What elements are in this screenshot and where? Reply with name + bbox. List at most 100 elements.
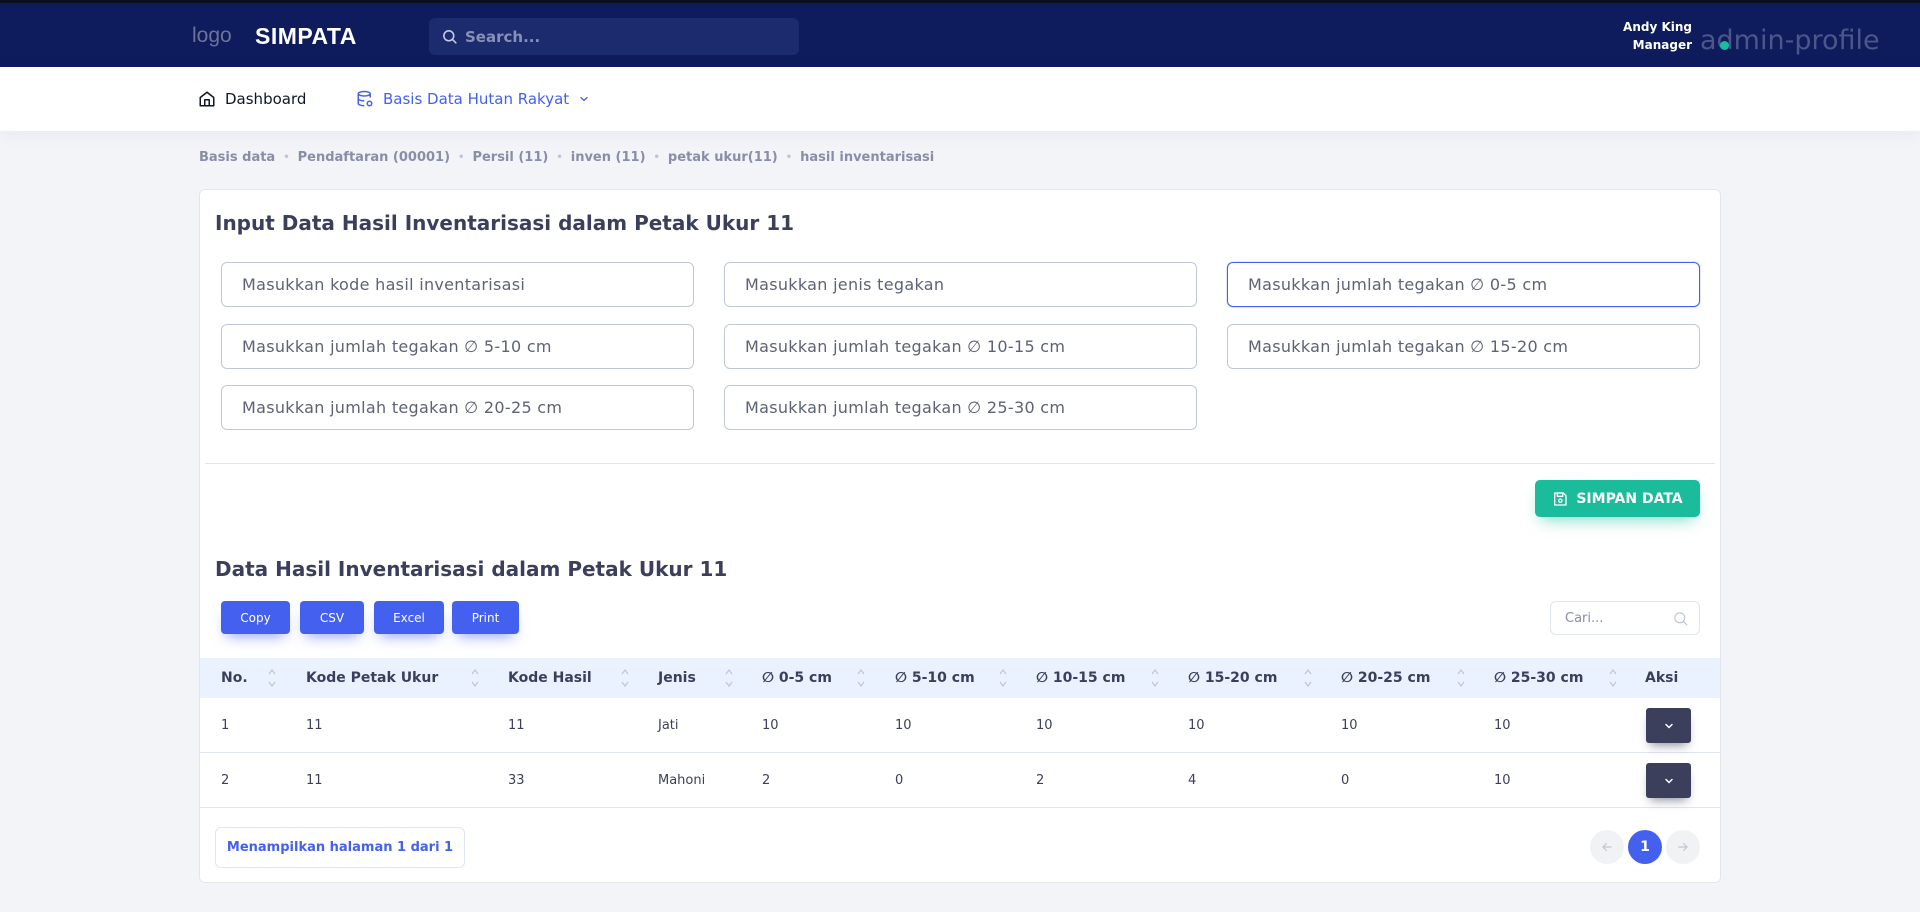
breadcrumb-item[interactable]: Pendaftaran (00001) — [298, 150, 450, 165]
breadcrumb-item[interactable]: petak ukur(11) — [668, 150, 778, 165]
arrow-left-icon — [1602, 842, 1612, 852]
search-icon — [1674, 612, 1688, 626]
cell: 10 — [1036, 718, 1053, 733]
sort-icon[interactable] — [999, 667, 1007, 689]
cell: 33 — [508, 773, 525, 788]
sort-icon[interactable] — [1304, 667, 1312, 689]
avatar[interactable]: admin-profile — [1700, 25, 1880, 56]
table-header: No. Kode Petak Ukur Kode Hasil Jenis ∅ 0… — [200, 658, 1720, 698]
nav-dashboard[interactable]: Dashboard — [198, 67, 306, 131]
main-nav: Dashboard Basis Data Hutan Rakyat — [0, 67, 1920, 131]
cell: 4 — [1188, 773, 1197, 788]
nav-dashboard-label: Dashboard — [225, 90, 307, 108]
column-header[interactable]: Jenis — [658, 658, 696, 698]
table-search-input[interactable] — [1565, 602, 1665, 634]
table-search — [1550, 601, 1700, 635]
column-header: Aksi — [1645, 670, 1679, 686]
breadcrumb-item[interactable]: Persil (11) — [472, 150, 548, 165]
row-action-button[interactable] — [1646, 763, 1691, 798]
save-button[interactable]: SIMPAN DATA — [1535, 480, 1700, 517]
breadcrumb-item[interactable]: Basis data — [199, 150, 275, 165]
cell: Jati — [658, 718, 679, 733]
copy-button[interactable]: Copy — [221, 601, 290, 634]
cell: 1 — [221, 718, 230, 733]
cell: 2 — [762, 773, 771, 788]
sort-icon[interactable] — [1457, 667, 1465, 689]
brand-name[interactable]: SIMPATA — [255, 23, 357, 50]
chevron-down-icon — [580, 96, 588, 102]
cell: 11 — [306, 773, 323, 788]
kode-hasil-input[interactable] — [221, 262, 694, 307]
pagination-page[interactable]: 1 — [1628, 830, 1662, 864]
cell: 10 — [762, 718, 779, 733]
column-header[interactable]: Kode Petak Ukur — [306, 658, 438, 698]
arrow-right-icon — [1678, 842, 1688, 852]
main-panel: Input Data Hasil Inventarisasi dalam Pet… — [199, 189, 1721, 883]
online-status-dot — [1720, 41, 1729, 50]
jenis-tegakan-input[interactable] — [724, 262, 1197, 307]
column-header[interactable]: ∅ 10-15 cm — [1036, 658, 1125, 698]
jumlah-10-15-input[interactable] — [724, 324, 1197, 369]
sort-icon[interactable] — [857, 667, 865, 689]
nav-basis-data[interactable]: Basis Data Hutan Rakyat — [356, 67, 590, 131]
sort-icon[interactable] — [1151, 667, 1159, 689]
jumlah-0-5-input[interactable] — [1227, 262, 1700, 307]
database-icon — [357, 90, 373, 107]
cell: 0 — [1341, 773, 1350, 788]
save-icon — [1554, 491, 1568, 506]
breadcrumb-current: hasil inventarisasi — [800, 150, 935, 165]
jumlah-25-30-input[interactable] — [724, 385, 1197, 430]
cell: 0 — [895, 773, 904, 788]
save-button-label: SIMPAN DATA — [1576, 490, 1683, 507]
print-button[interactable]: Print — [452, 601, 519, 634]
column-header[interactable]: ∅ 0-5 cm — [762, 658, 832, 698]
cell: 2 — [221, 773, 230, 788]
column-header[interactable]: Kode Hasil — [508, 658, 592, 698]
jumlah-20-25-input[interactable] — [221, 385, 694, 430]
logo[interactable]: logo — [192, 24, 232, 48]
cell: 10 — [895, 718, 912, 733]
cell: 10 — [1494, 718, 1511, 733]
breadcrumb: Basis data • Pendaftaran (00001) • Persi… — [199, 150, 935, 165]
global-search-input[interactable] — [465, 18, 785, 55]
home-icon — [199, 91, 215, 107]
chevron-down-icon — [1664, 723, 1673, 729]
sort-icon[interactable] — [268, 667, 276, 689]
column-header[interactable]: ∅ 5-10 cm — [895, 658, 975, 698]
jumlah-15-20-input[interactable] — [1227, 324, 1700, 369]
search-icon — [443, 30, 457, 44]
column-header[interactable]: ∅ 20-25 cm — [1341, 658, 1430, 698]
breadcrumb-item[interactable]: inven (11) — [571, 150, 646, 165]
pagination-next[interactable] — [1666, 830, 1700, 864]
row-action-button[interactable] — [1646, 708, 1691, 743]
form-title: Input Data Hasil Inventarisasi dalam Pet… — [215, 211, 795, 235]
cell: Mahoni — [658, 773, 706, 788]
column-header[interactable]: ∅ 25-30 cm — [1494, 658, 1583, 698]
column-header[interactable]: No. — [221, 658, 248, 698]
column-header[interactable]: ∅ 15-20 cm — [1188, 658, 1277, 698]
jumlah-5-10-input[interactable] — [221, 324, 694, 369]
cell: 2 — [1036, 773, 1045, 788]
sort-icon[interactable] — [471, 667, 479, 689]
pagination-prev[interactable] — [1590, 830, 1624, 864]
table-row: 1 11 11 Jati 10 10 10 10 10 10 — [200, 698, 1720, 753]
divider — [205, 463, 1715, 464]
table-title: Data Hasil Inventarisasi dalam Petak Uku… — [215, 557, 728, 581]
csv-button[interactable]: CSV — [300, 601, 364, 634]
excel-button[interactable]: Excel — [374, 601, 444, 634]
cell: 10 — [1341, 718, 1358, 733]
user-role: Manager — [1632, 38, 1692, 52]
sort-icon[interactable] — [1609, 667, 1617, 689]
table-row: 2 11 33 Mahoni 2 0 2 4 0 10 — [200, 753, 1720, 808]
chevron-down-icon — [1664, 778, 1673, 784]
cell: 10 — [1188, 718, 1205, 733]
cell: 10 — [1494, 773, 1511, 788]
cell: 11 — [306, 718, 323, 733]
sort-icon[interactable] — [621, 667, 629, 689]
global-search — [429, 18, 799, 55]
sort-icon[interactable] — [725, 667, 733, 689]
user-name: Andy King — [1623, 20, 1692, 34]
nav-basis-data-label: Basis Data Hutan Rakyat — [383, 90, 570, 108]
cell: 11 — [508, 718, 525, 733]
top-header: logo SIMPATA Andy King Manager admin-pro… — [0, 0, 1920, 67]
